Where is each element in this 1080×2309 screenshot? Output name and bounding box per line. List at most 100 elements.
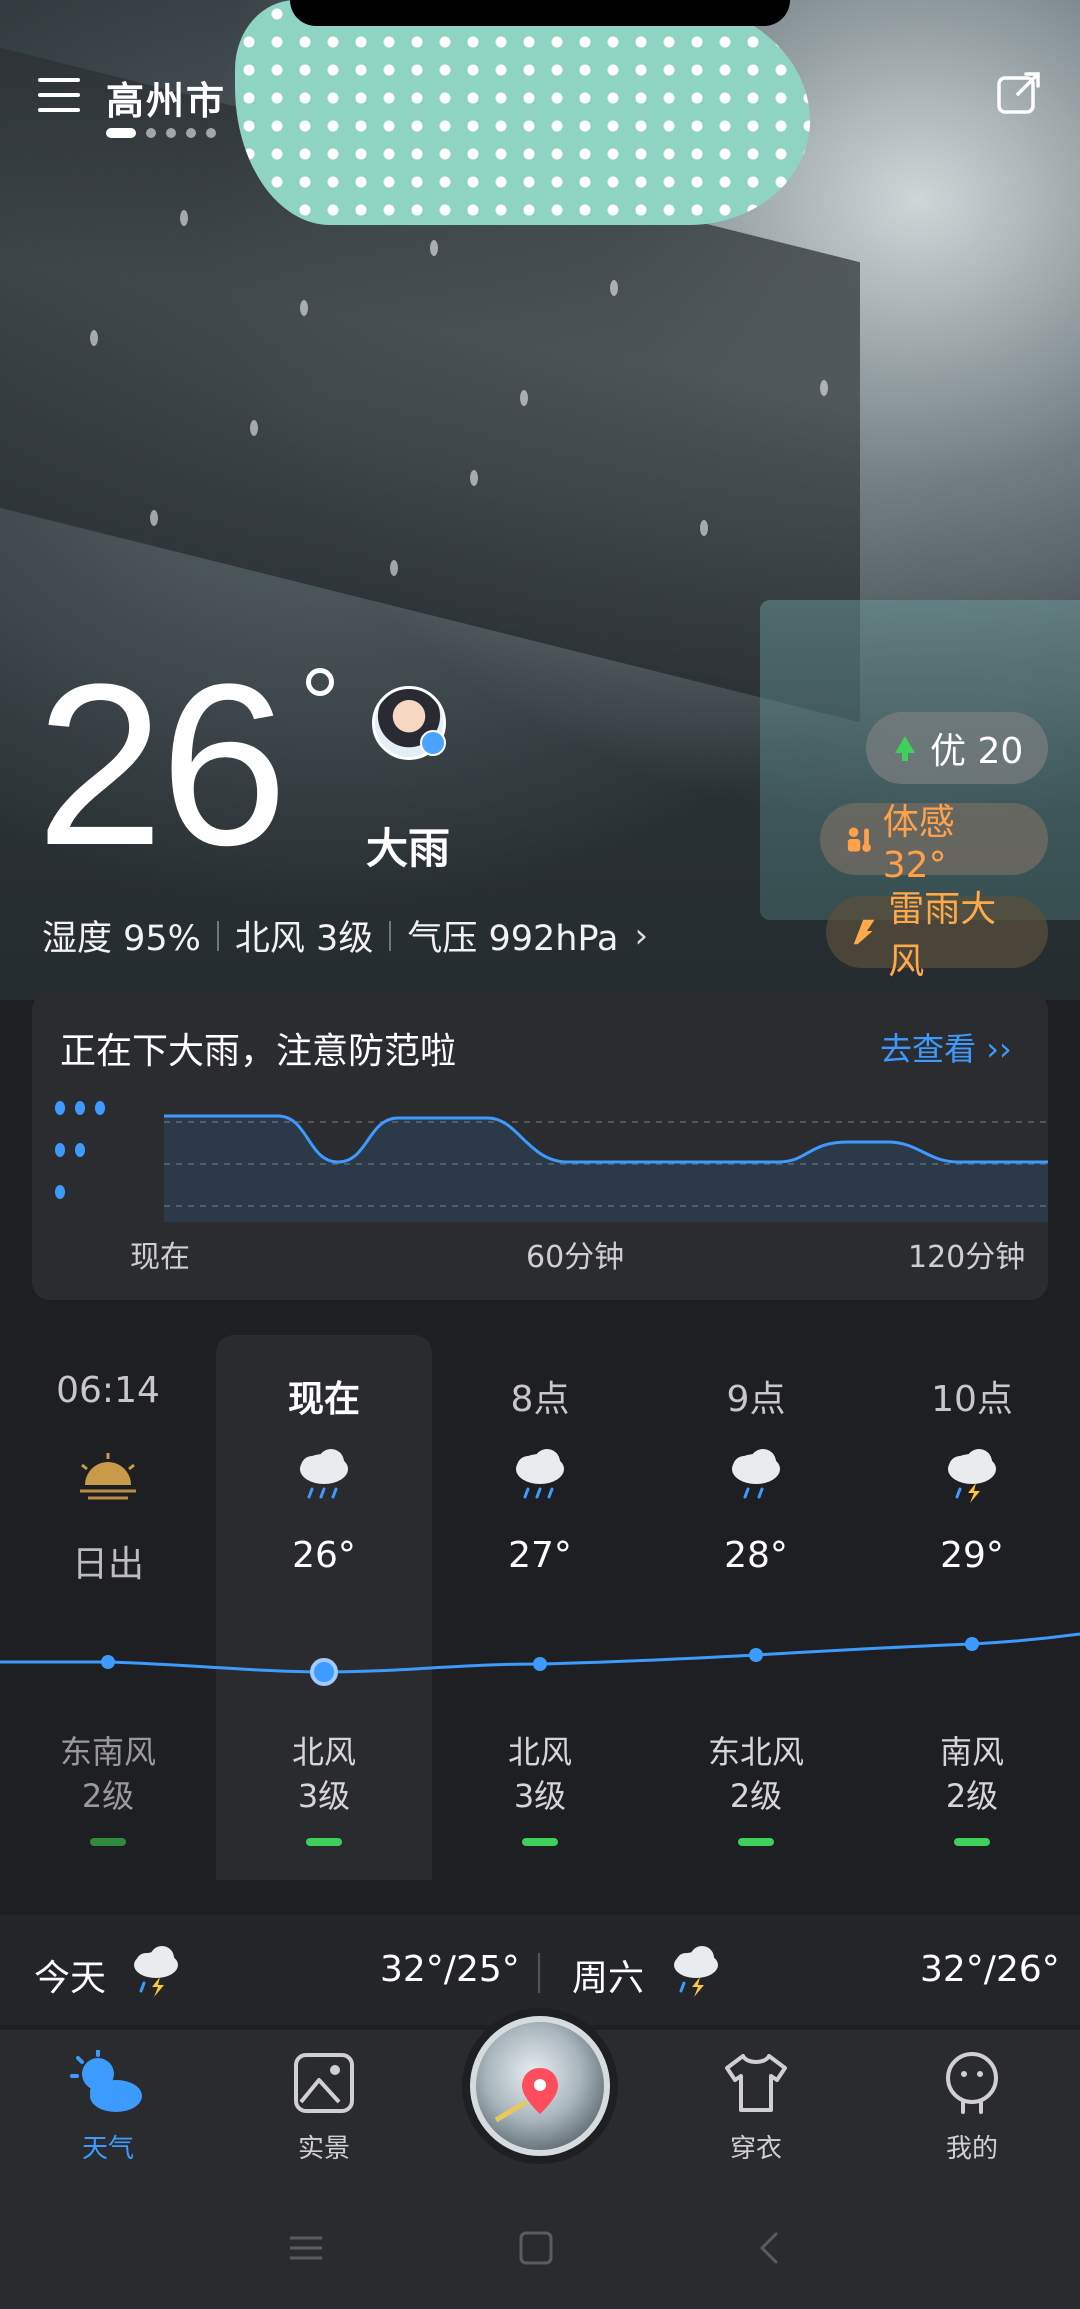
raindrop <box>520 390 528 406</box>
aqi-text: 优 20 <box>930 731 1024 772</box>
rain-icon <box>300 1449 348 1499</box>
hour-wind: 东北风 2级 <box>648 1730 864 1818</box>
leaf-icon <box>895 736 915 761</box>
play-icon <box>420 730 446 756</box>
raindrop <box>820 380 828 396</box>
hour-temp: 26° <box>292 1535 356 1576</box>
photo-icon <box>294 2053 354 2113</box>
wind-level-bar <box>90 1838 126 1846</box>
map-pin-icon <box>494 2068 558 2123</box>
rain-icon <box>732 1449 780 1499</box>
nav-weather-label: 天气 <box>81 2134 134 2164</box>
wind-level: 2级 <box>81 1777 135 1815</box>
divider <box>538 1953 540 1993</box>
wind-direction: 东南风 <box>59 1733 156 1771</box>
rain-alert-title: 正在下大雨，注意防范啦 <box>60 1031 457 1072</box>
raindrop <box>250 420 258 436</box>
rain-label-60: 60分钟 <box>526 1240 625 1275</box>
wind: 北风 3级 <box>234 919 374 959</box>
raindrop <box>610 280 618 296</box>
hour-temp: 29° <box>940 1535 1004 1576</box>
thunder-rain-icon <box>948 1449 996 1503</box>
raindrop <box>390 560 398 576</box>
raindrop <box>90 330 98 346</box>
rain-label-120: 120分钟 <box>908 1240 1026 1275</box>
sunrise-icon <box>80 1453 136 1500</box>
hour-time: 06:14 <box>56 1370 160 1411</box>
nav-live-label: 实景 <box>297 2134 350 2164</box>
bottom-navigation: 天气 实景 穿衣 我的 <box>0 2016 1080 2309</box>
menu-icon[interactable] <box>38 78 80 112</box>
system-home-icon[interactable] <box>518 2230 554 2266</box>
current-temperature: 26 <box>36 636 288 893</box>
hour-time: 现在 <box>287 1379 360 1420</box>
weather-warning-badge[interactable]: 雷雨大风 <box>826 889 1048 982</box>
hour-wind: 东南风 2级 <box>0 1730 216 1818</box>
hour-temp: 27° <box>508 1535 572 1576</box>
hour-time: 8点 <box>510 1379 570 1420</box>
hourly-forecast[interactable]: 06:14 现在 8点 9点 10点 日出 26° 27° 28° 29° 东南… <box>0 1330 1080 1885</box>
sunrise-label: 日出 <box>71 1544 144 1585</box>
raindrop <box>180 210 188 226</box>
day-temp-range: 32°/25° <box>380 1949 520 1990</box>
raindrop <box>430 240 438 256</box>
nav-live[interactable]: 实景 <box>244 2050 404 2165</box>
nav-wear-label: 穿衣 <box>729 2134 782 2164</box>
thunder-rain-icon <box>674 1946 718 1997</box>
raindrop <box>150 510 158 526</box>
hour-wind: 北风 3级 <box>432 1730 648 1818</box>
warning-text: 雷雨大风 <box>888 889 997 982</box>
humidity: 湿度 95% <box>42 919 201 959</box>
wind-level-bar <box>954 1838 990 1846</box>
chevron-right-icon: › <box>634 915 649 956</box>
nav-me-label: 我的 <box>945 2134 998 2164</box>
system-back-icon[interactable] <box>752 2230 788 2266</box>
day-label: 周六 <box>572 1958 645 1999</box>
wind-level: 2级 <box>729 1777 783 1815</box>
system-menu-icon[interactable] <box>288 2230 324 2266</box>
camera-notch <box>290 0 790 26</box>
degree-symbol <box>306 668 334 696</box>
nav-weather[interactable]: 天气 <box>28 2048 188 2165</box>
wind-level: 3级 <box>297 1777 351 1815</box>
double-chevron-icon: ›› <box>976 1030 1012 1068</box>
divider <box>389 920 392 951</box>
map-globe-button[interactable] <box>470 2016 610 2156</box>
nav-me[interactable]: 我的 <box>892 2050 1052 2165</box>
hour-time: 9点 <box>726 1379 786 1420</box>
raindrop <box>700 520 708 536</box>
daily-forecast-row[interactable]: 今天 32°/25° 周六 32°/26° <box>0 1915 1080 2025</box>
wind-direction: 南风 <box>939 1733 1004 1771</box>
wind-level-bar <box>522 1838 558 1846</box>
rain-icon <box>516 1449 564 1499</box>
wind-level: 3级 <box>513 1777 567 1815</box>
city-name[interactable]: 高州市 <box>106 70 226 125</box>
rain-intensity-chart <box>55 1101 1048 1222</box>
nav-wear[interactable]: 穿衣 <box>676 2050 836 2165</box>
wind-direction: 北风 <box>507 1733 572 1771</box>
current-condition: 大雨 <box>366 824 451 873</box>
share-icon[interactable] <box>996 70 1042 116</box>
current-details[interactable]: 湿度 95% 北风 3级 气压 992hPa › <box>42 910 648 961</box>
thermometer-person-icon <box>847 827 871 852</box>
wind-direction: 北风 <box>291 1733 356 1771</box>
day-temp-range: 32°/26° <box>920 1949 1060 1990</box>
view-details-link[interactable]: 去查看 ›› <box>880 1024 1012 1070</box>
rain-level-icon <box>55 1101 105 1199</box>
feels-like-badge[interactable]: 体感 32° <box>820 802 1048 886</box>
rain-forecast-card[interactable]: 正在下大雨，注意防范啦 去查看 ›› 现在 60分钟 120分钟 <box>32 992 1048 1300</box>
redaction-sticker <box>235 0 810 225</box>
aqi-badge[interactable]: 优 20 <box>866 712 1048 784</box>
page-indicator <box>106 128 216 138</box>
divider <box>216 920 219 951</box>
raindrop <box>470 470 478 486</box>
shirt-icon <box>725 2054 787 2112</box>
feels-like-text: 体感 32° <box>882 801 955 886</box>
weather-nav-icon <box>70 2048 142 2112</box>
rain-label-now: 现在 <box>130 1240 190 1275</box>
thunder-rain-icon <box>134 1946 178 1997</box>
wind-direction: 东北风 <box>707 1733 804 1771</box>
hour-wind: 南风 2级 <box>864 1730 1080 1818</box>
wind-level-bar <box>306 1838 342 1846</box>
warning-flag-icon <box>853 919 875 945</box>
